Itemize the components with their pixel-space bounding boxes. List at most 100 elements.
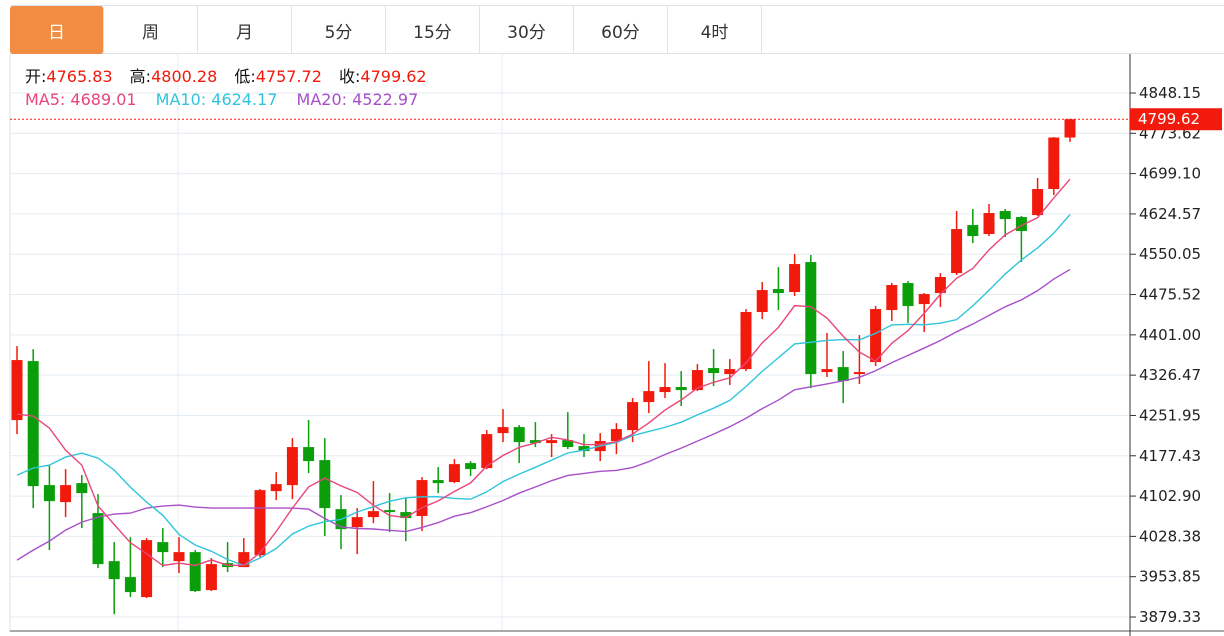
candle: [27, 349, 39, 509]
candle-body: [384, 510, 396, 513]
candle: [351, 508, 363, 555]
candle-body: [432, 480, 444, 484]
candle: [448, 459, 460, 484]
candle: [837, 351, 849, 404]
candle: [643, 361, 655, 414]
y-tick-label: 4848.15: [1139, 84, 1201, 102]
candle-body: [43, 485, 55, 502]
candle: [1032, 178, 1044, 217]
y-tick-label: 4699.10: [1139, 165, 1201, 183]
candle: [513, 425, 525, 464]
candle: [983, 204, 995, 237]
candle: [497, 409, 509, 443]
candle: [659, 363, 671, 399]
candle-body: [853, 372, 865, 375]
candle-body: [821, 369, 833, 373]
candle: [173, 537, 185, 574]
candle-body: [351, 517, 363, 528]
candle: [60, 469, 72, 518]
candle: [610, 423, 622, 455]
tab-week[interactable]: 周: [104, 6, 198, 54]
candle-body: [465, 463, 477, 470]
y-axis: 4848.154773.624699.104624.574550.054475.…: [1130, 84, 1201, 626]
tab-30min[interactable]: 30分: [480, 6, 574, 54]
candle-body: [141, 540, 153, 598]
candle: [141, 538, 153, 599]
candle-body: [76, 483, 88, 494]
candle: [189, 550, 201, 593]
candle-body: [999, 211, 1011, 220]
candle: [335, 495, 347, 550]
y-tick-label: 4475.52: [1139, 286, 1201, 304]
open-label: 开:: [25, 67, 47, 86]
candle-body: [951, 229, 963, 274]
candle: [432, 467, 444, 494]
candle-body: [740, 312, 752, 370]
high-value: 4800.28: [151, 67, 218, 86]
candle-body: [837, 367, 849, 382]
candle-body: [1048, 137, 1060, 190]
candle: [43, 465, 55, 551]
candle-body: [60, 485, 72, 503]
y-tick-label: 4251.95: [1139, 406, 1201, 424]
candle-body: [367, 511, 379, 518]
candle: [724, 359, 736, 386]
ma5-legend: MA5: 4689.01: [25, 90, 137, 109]
candle: [76, 475, 88, 529]
candle-body: [659, 387, 671, 393]
low-label: 低:: [234, 67, 256, 86]
candle-body: [1032, 189, 1044, 216]
tab-15min[interactable]: 15分: [386, 6, 480, 54]
candle: [108, 542, 120, 615]
last-price-label: 4799.62: [1138, 110, 1200, 128]
candle: [675, 371, 687, 407]
candle-body: [886, 285, 898, 311]
candle: [416, 477, 428, 532]
candle: [157, 528, 169, 568]
candle: [805, 255, 817, 389]
y-tick-label: 4401.00: [1139, 326, 1201, 344]
y-tick-label: 4028.38: [1139, 527, 1201, 545]
close-value: 4799.62: [360, 67, 427, 86]
candle-body: [724, 369, 736, 375]
candle: [11, 346, 23, 435]
tab-4hour[interactable]: 4时: [668, 6, 762, 54]
candle: [562, 412, 574, 450]
candle: [465, 461, 477, 477]
candle-body: [448, 464, 460, 483]
candle-body: [643, 391, 655, 403]
candle-body: [124, 577, 136, 593]
ohlc-info: 开:4765.83 高:4800.28 低:4757.72 收:4799.62 …: [25, 65, 439, 111]
candle-body: [918, 294, 930, 305]
period-tabs: 日 周 月 5分 15分 30分 60分 4时: [10, 5, 1224, 54]
candle-body: [708, 368, 720, 374]
candle-body: [513, 427, 525, 443]
candle: [772, 267, 784, 311]
candle: [1064, 118, 1076, 142]
candle-body: [967, 225, 979, 237]
candle-body: [546, 440, 558, 444]
y-tick-label: 4177.43: [1139, 447, 1201, 465]
ohlc-row: 开:4765.83 高:4800.28 低:4757.72 收:4799.62: [25, 65, 439, 88]
ma10-legend: MA10: 4624.17: [155, 90, 278, 109]
y-tick-label: 4624.57: [1139, 205, 1201, 223]
candle-body: [270, 484, 282, 492]
grid: [10, 54, 1130, 631]
candle: [886, 283, 898, 322]
tab-60min[interactable]: 60分: [574, 6, 668, 54]
tab-day[interactable]: 日: [10, 6, 104, 54]
open-value: 4765.83: [46, 67, 113, 86]
candle-body: [789, 264, 801, 293]
low-value: 4757.72: [255, 67, 322, 86]
candle-body: [902, 283, 914, 307]
tab-5min[interactable]: 5分: [292, 6, 386, 54]
y-tick-label: 4102.90: [1139, 487, 1201, 505]
candle-body: [92, 513, 104, 565]
candle-body: [157, 542, 169, 553]
candle-body: [173, 552, 185, 562]
candle-body: [772, 289, 784, 294]
candle: [205, 558, 217, 592]
y-tick-label: 3953.85: [1139, 568, 1201, 586]
candle-body: [303, 447, 315, 462]
tab-month[interactable]: 月: [198, 6, 292, 54]
